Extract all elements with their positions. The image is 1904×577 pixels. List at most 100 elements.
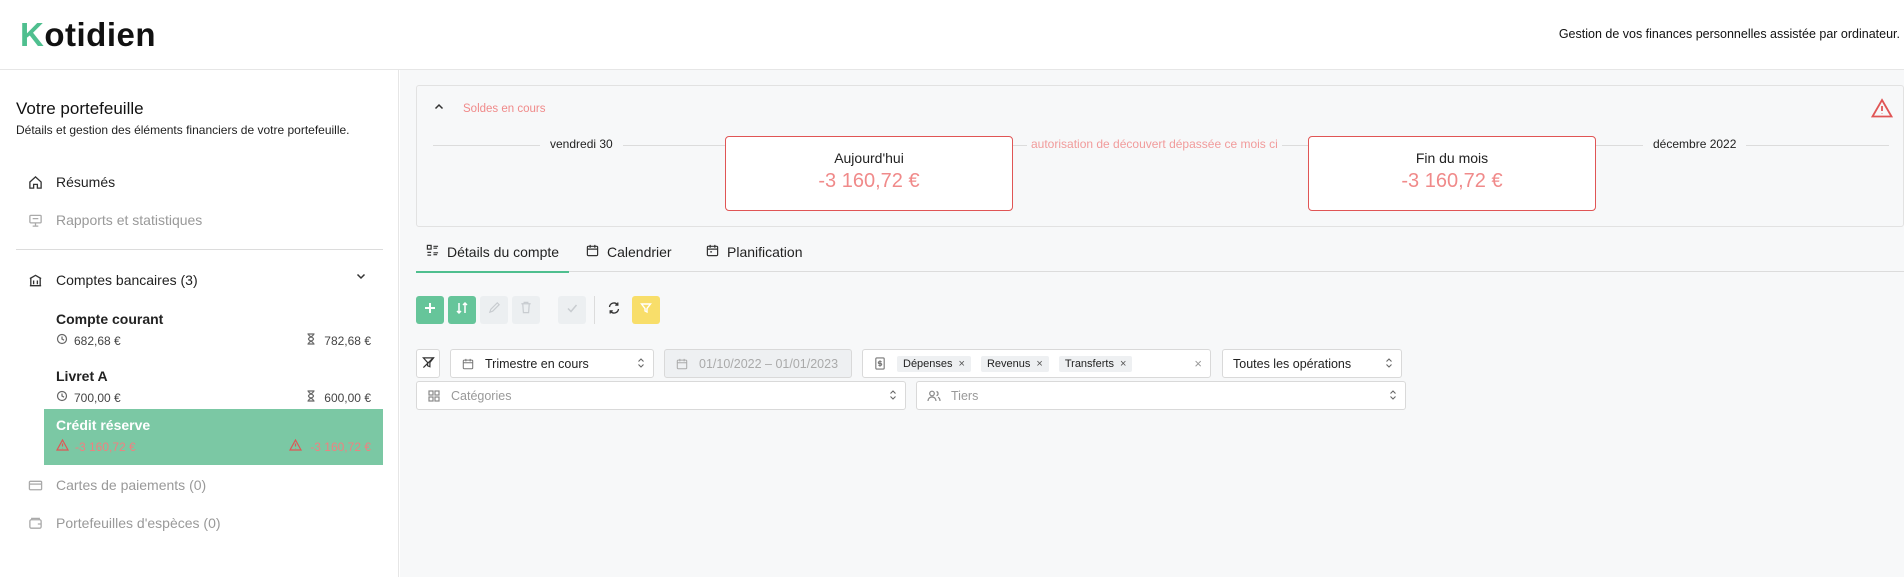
remove-chip-icon[interactable]: ×	[1120, 358, 1126, 370]
warning-icon	[1870, 98, 1894, 123]
refresh-icon	[607, 301, 621, 320]
select-caret-icon	[1389, 389, 1397, 404]
account-forecast-value: 600,00 €	[324, 390, 371, 405]
sidebar-subtitle: Détails et gestion des éléments financie…	[16, 123, 350, 137]
credit-card-icon	[28, 478, 56, 493]
tab-label: Planification	[727, 244, 803, 260]
select-caret-icon	[1385, 357, 1393, 372]
tab-label: Calendrier	[607, 244, 672, 260]
account-current-value: -3 160,72 €	[75, 439, 136, 454]
chip-revenus[interactable]: Revenus ×	[980, 355, 1049, 372]
operations-value: Toutes les opérations	[1233, 356, 1352, 371]
timeline-month-label: décembre 2022	[1643, 137, 1747, 151]
chevron-up-icon[interactable]	[433, 100, 445, 118]
logo-k: K	[20, 16, 45, 53]
sort-arrows-icon	[455, 301, 469, 320]
filter-toggle-button[interactable]	[632, 296, 660, 324]
grid-icon	[423, 389, 445, 402]
clear-icon[interactable]: ×	[1194, 356, 1202, 371]
sidebar-divider	[16, 249, 383, 250]
chip-label: Dépenses	[903, 357, 953, 370]
sidebar-item-rapports[interactable]: Rapports et statistiques	[28, 212, 202, 228]
categories-placeholder: Catégories	[451, 388, 512, 403]
period-select[interactable]: Trimestre en cours	[450, 349, 654, 378]
chip-label: Revenus	[986, 357, 1031, 370]
account-forecast-balance: 782,68 €	[306, 333, 371, 348]
sidebar-item-portefeuilles-especes[interactable]: Portefeuilles d'espèces (0)	[28, 515, 221, 531]
overdraft-warning-text: autorisation de découvert dépassée ce mo…	[1027, 137, 1282, 151]
period-value: Trimestre en cours	[485, 356, 589, 371]
end-of-month-balance-card: Fin du mois -3 160,72 €	[1308, 136, 1596, 211]
hourglass-icon	[306, 333, 316, 348]
account-item-active[interactable]: Crédit réserve -3 160,72 € -3 160,72 €	[44, 409, 383, 465]
calendar-icon	[671, 358, 693, 370]
sidebar: Votre portefeuille Détails et gestion de…	[0, 70, 399, 577]
tab-details-compte[interactable]: Détails du compte	[416, 232, 570, 273]
operation-type-multiselect[interactable]: Dépenses × Revenus × Transferts × ×	[862, 349, 1211, 378]
soldes-title: Soldes en cours	[463, 103, 546, 115]
delete-button[interactable]	[512, 296, 540, 324]
chip-depenses[interactable]: Dépenses ×	[897, 355, 971, 372]
account-forecast-balance: 600,00 €	[306, 390, 371, 405]
soldes-panel: Soldes en cours vendredi 30 Aujourd'hui …	[416, 85, 1904, 227]
filter-off-icon	[421, 356, 435, 372]
sidebar-item-label: Résumés	[56, 174, 116, 190]
receipt-icon	[869, 357, 891, 370]
home-icon	[28, 175, 56, 190]
tab-planification[interactable]: Planification	[696, 232, 813, 272]
presentation-icon	[28, 213, 56, 228]
pencil-icon	[488, 301, 501, 319]
history-icon	[56, 333, 68, 348]
check-icon	[566, 301, 578, 319]
chevron-down-icon[interactable]	[355, 269, 367, 287]
sidebar-item-resumes[interactable]: Résumés	[28, 174, 115, 190]
remove-chip-icon[interactable]: ×	[1036, 358, 1042, 370]
clear-filters-button[interactable]	[416, 349, 440, 378]
date-range-field: 01/10/2022 – 01/01/2023	[664, 349, 852, 378]
sidebar-item-label: Cartes de paiements (0)	[56, 477, 207, 493]
history-icon	[56, 390, 68, 405]
sidebar-title: Votre portefeuille	[16, 99, 144, 118]
add-operation-button[interactable]	[416, 296, 444, 324]
toolbar-separator	[594, 296, 595, 324]
tab-calendrier[interactable]: Calendrier	[576, 232, 682, 272]
app-logo[interactable]: Kotidien	[20, 16, 156, 54]
end-of-month-value: -3 160,72 €	[1401, 170, 1503, 192]
tiers-select[interactable]: Tiers	[916, 381, 1406, 410]
calendar-icon	[457, 358, 479, 370]
account-name: Livret A	[56, 368, 108, 384]
validate-button[interactable]	[558, 296, 586, 324]
bank-icon	[28, 273, 56, 288]
sort-button[interactable]	[448, 296, 476, 324]
account-item[interactable]: Compte courant 682,68 € 782,68 €	[44, 303, 383, 359]
today-label: Aujourd'hui	[834, 150, 904, 166]
remove-chip-icon[interactable]: ×	[959, 358, 965, 370]
account-forecast-balance: -3 160,72 €	[289, 438, 371, 454]
warning-icon	[289, 438, 303, 454]
calendar-icon	[706, 244, 719, 260]
account-current-balance: 682,68 €	[56, 333, 121, 348]
account-current-balance: -3 160,72 €	[55, 438, 136, 454]
warning-icon	[55, 438, 70, 454]
users-icon	[923, 390, 945, 402]
account-item[interactable]: Livret A 700,00 € 600,00 €	[44, 360, 383, 416]
categories-select[interactable]: Catégories	[416, 381, 906, 410]
edit-button[interactable]	[480, 296, 508, 324]
today-value: -3 160,72 €	[818, 170, 920, 192]
chip-transferts[interactable]: Transferts ×	[1058, 355, 1133, 372]
sidebar-item-cartes[interactable]: Cartes de paiements (0)	[28, 477, 206, 493]
tiers-placeholder: Tiers	[951, 388, 979, 403]
account-name: Crédit réserve	[56, 417, 151, 433]
timeline-start-label: vendredi 30	[540, 137, 623, 151]
today-balance-card: Aujourd'hui -3 160,72 €	[725, 136, 1013, 211]
app-tagline: Gestion de vos finances personnelles ass…	[1558, 27, 1900, 41]
calendar-icon	[586, 244, 599, 260]
tab-bar: Détails du compte Calendrier Planificati…	[416, 232, 1904, 273]
account-forecast-value: 782,68 €	[324, 333, 371, 348]
wallet-icon	[28, 516, 56, 531]
trash-icon	[520, 301, 532, 319]
operations-select[interactable]: Toutes les opérations	[1222, 349, 1402, 378]
sidebar-item-label: Portefeuilles d'espèces (0)	[56, 515, 221, 531]
sidebar-item-comptes-bancaires[interactable]: Comptes bancaires (3)	[28, 272, 198, 288]
refresh-button[interactable]	[600, 296, 628, 324]
